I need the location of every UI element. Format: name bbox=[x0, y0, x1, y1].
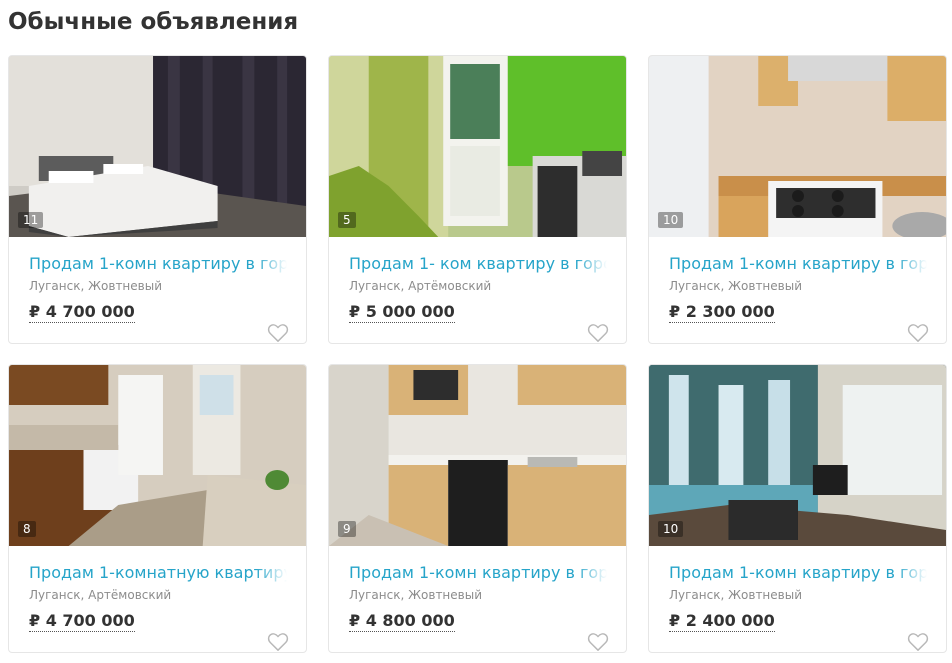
listing-card[interactable]: 8 Продам 1-комнатную квартиру в Луганске… bbox=[8, 364, 307, 653]
listing-price: ₽ 4 800 000 bbox=[349, 611, 455, 632]
photo-count: 11 bbox=[18, 212, 44, 228]
photo-count: 10 bbox=[658, 521, 684, 537]
listing-title-link[interactable]: Продам 1-комн квартиру в городе Луганск bbox=[669, 254, 927, 273]
heart-icon[interactable] bbox=[907, 632, 929, 652]
listing-price: ₽ 4 700 000 bbox=[29, 302, 135, 323]
listing-price: ₽ 5 000 000 bbox=[349, 302, 455, 323]
heart-icon[interactable] bbox=[587, 632, 609, 652]
listing-price: ₽ 2 300 000 bbox=[669, 302, 775, 323]
listing-photo[interactable]: 8 bbox=[9, 365, 306, 546]
heart-icon[interactable] bbox=[267, 323, 289, 343]
heart-icon[interactable] bbox=[907, 323, 929, 343]
listing-photo[interactable]: 11 bbox=[9, 56, 306, 237]
photo-count: 8 bbox=[18, 521, 36, 537]
listing-title-link[interactable]: Продам 1-комн квартиру в городе Луганск bbox=[669, 563, 927, 582]
heart-icon[interactable] bbox=[267, 632, 289, 652]
photo-count: 5 bbox=[338, 212, 356, 228]
listing-title-link[interactable]: Продам 1-комн квартиру в городе Луганск bbox=[349, 563, 607, 582]
new-kitchen-photo bbox=[329, 365, 626, 546]
kitchen-stove-photo bbox=[649, 56, 946, 237]
listing-location: Луганск, Жовтневый bbox=[669, 279, 803, 293]
photo-count: 9 bbox=[338, 521, 356, 537]
listing-location: Луганск, Жовтневый bbox=[669, 588, 803, 602]
listing-price: ₽ 2 400 000 bbox=[669, 611, 775, 632]
listing-title-link[interactable]: Продам 1- ком квартиру в городе Луганск bbox=[349, 254, 607, 273]
kitchen-photo bbox=[329, 56, 626, 237]
listing-title-link[interactable]: Продам 1-комн квартиру в городе Луганск bbox=[29, 254, 287, 273]
living-room-photo bbox=[649, 365, 946, 546]
listing-location: Луганск, Артёмовский bbox=[349, 279, 492, 293]
listing-photo[interactable]: 10 bbox=[649, 365, 946, 546]
listing-location: Луганск, Жовтневый bbox=[349, 588, 483, 602]
listing-card[interactable]: 9 Продам 1-комн квартиру в городе Луганс… bbox=[328, 364, 627, 653]
listing-card[interactable]: 10 Продам 1-комн квартиру в городе Луган… bbox=[648, 55, 947, 344]
listing-location: Луганск, Жовтневый bbox=[29, 279, 163, 293]
bedroom-photo bbox=[9, 56, 306, 237]
listing-title-link[interactable]: Продам 1-комнатную квартиру в Луганске bbox=[29, 563, 287, 582]
listing-price: ₽ 4 700 000 bbox=[29, 611, 135, 632]
listing-card[interactable]: 5 Продам 1- ком квартиру в городе Луганс… bbox=[328, 55, 627, 344]
listing-photo[interactable]: 9 bbox=[329, 365, 626, 546]
section-title: Обычные объявления bbox=[8, 9, 299, 35]
listing-grid: 11 Продам 1-комн квартиру в городе Луган… bbox=[8, 55, 948, 653]
listing-photo[interactable]: 10 bbox=[649, 56, 946, 237]
photo-count: 10 bbox=[658, 212, 684, 228]
listing-photo[interactable]: 5 bbox=[329, 56, 626, 237]
listing-location: Луганск, Артёмовский bbox=[29, 588, 172, 602]
listing-card[interactable]: 10 Продам 1-комн квартиру в городе Луган… bbox=[648, 364, 947, 653]
listing-card[interactable]: 11 Продам 1-комн квартиру в городе Луган… bbox=[8, 55, 307, 344]
heart-icon[interactable] bbox=[587, 323, 609, 343]
wooden-kitchen-photo bbox=[9, 365, 306, 546]
